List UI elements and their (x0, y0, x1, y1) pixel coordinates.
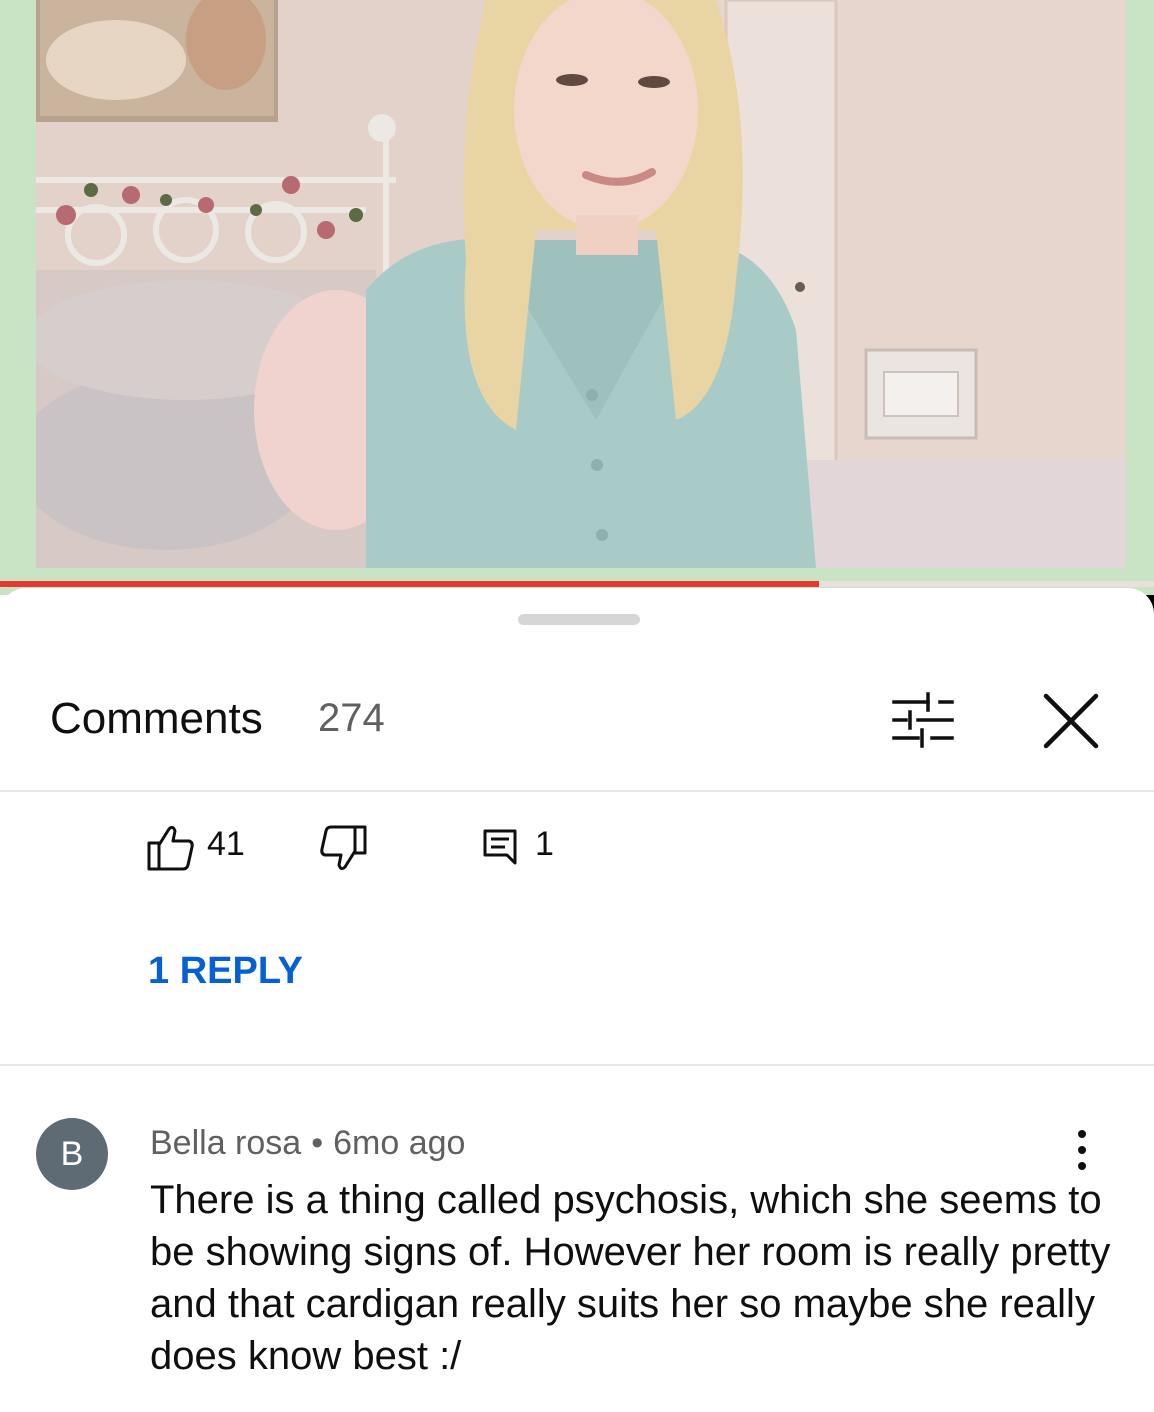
thumbs-up-icon (147, 825, 194, 871)
dislike-button[interactable] (317, 823, 373, 873)
avatar[interactable]: B (36, 1118, 108, 1190)
comment-timestamp: 6mo ago (333, 1124, 466, 1162)
video-thumbnail[interactable] (36, 0, 1126, 568)
video-player[interactable] (0, 0, 1154, 595)
comment-item: B Bella rosa • 6mo ago There is a thing ca… (0, 1098, 1154, 1398)
video-progress-bar[interactable] (0, 581, 1154, 587)
header-divider (0, 790, 1154, 792)
video-frame-illustration (36, 0, 1126, 568)
sliders-icon (892, 692, 954, 748)
close-icon (1043, 693, 1099, 749)
close-button[interactable] (1036, 688, 1106, 754)
meta-separator: • (311, 1124, 324, 1162)
comments-count: 274 (318, 696, 385, 740)
comment-bubble-icon (483, 829, 517, 865)
view-replies-link[interactable]: 1 REPLY (148, 950, 303, 993)
sort-filter-button[interactable] (890, 690, 956, 750)
comment-action-bar: 41 1 (145, 823, 745, 873)
drag-handle[interactable] (518, 614, 640, 625)
more-options-button[interactable] (1062, 1120, 1102, 1180)
like-count: 41 (207, 825, 245, 863)
comments-sheet: Comments 274 41 1 1 REPLY B Bella rosa •… (0, 588, 1154, 1412)
comments-header: Comments 274 (0, 668, 1154, 790)
comment-meta: Bella rosa • 6mo ago (150, 1124, 465, 1163)
video-progress-fill (0, 581, 820, 587)
reply-count: 1 (535, 825, 554, 863)
reply-button[interactable]: 1 (481, 823, 571, 873)
comment-author[interactable]: Bella rosa (150, 1124, 301, 1162)
like-button[interactable]: 41 (145, 823, 260, 873)
comment-text: There is a thing called psychosis, which… (150, 1178, 1111, 1378)
vertical-dots-icon (1078, 1130, 1086, 1170)
comment-divider (0, 1064, 1154, 1066)
comments-title: Comments (50, 694, 263, 743)
thumbs-down-icon (320, 825, 367, 871)
